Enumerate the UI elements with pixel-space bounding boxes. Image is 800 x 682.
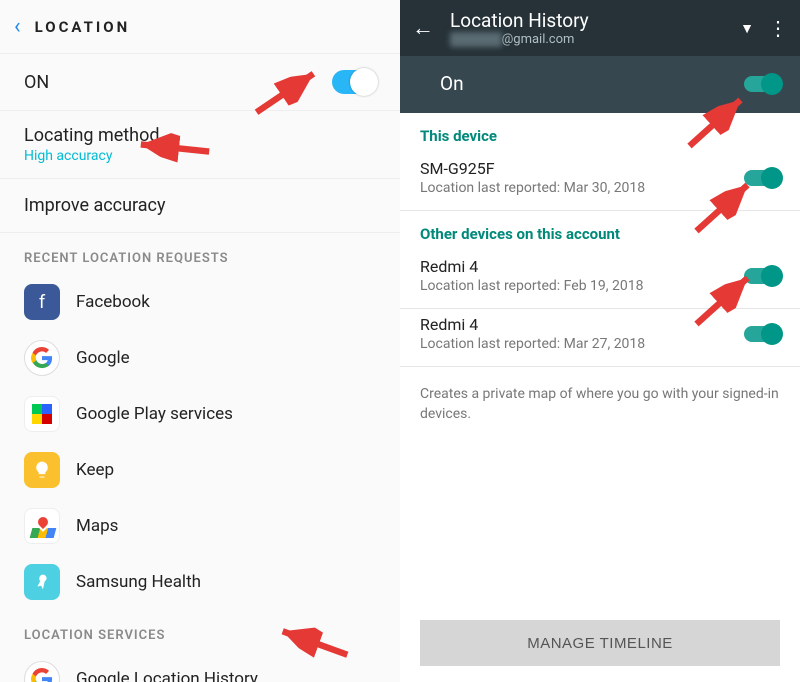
appbar-titles: Location History xxxxxxxx@gmail.com — [450, 9, 726, 47]
app-name: Keep — [76, 460, 114, 480]
history-toggle-label: On — [440, 72, 464, 95]
device-toggle-switch[interactable] — [744, 170, 780, 186]
service-name: Google Location History — [76, 669, 258, 682]
location-toggle-row[interactable]: ON — [0, 54, 400, 111]
locating-method-subtitle: High accuracy — [24, 148, 376, 164]
app-item-keep[interactable]: Keep — [0, 442, 400, 498]
app-item-maps[interactable]: Maps — [0, 498, 400, 554]
google-icon — [24, 661, 60, 682]
improve-accuracy-title: Improve accuracy — [24, 195, 166, 216]
history-toggle-row[interactable]: On — [400, 56, 800, 113]
device-name: SM-G925F — [420, 159, 645, 178]
appbar-title: Location History — [450, 9, 726, 32]
location-toggle-label: ON — [24, 72, 49, 93]
location-toggle-switch[interactable] — [332, 70, 376, 94]
device-name: Redmi 4 — [420, 315, 645, 334]
app-item-facebook[interactable]: f Facebook — [0, 274, 400, 330]
device-last-reported: Location last reported: Mar 27, 2018 — [420, 336, 645, 352]
keep-icon — [24, 452, 60, 488]
right-appbar: ← Location History xxxxxxxx@gmail.com ▼ … — [400, 0, 800, 56]
app-item-play-services[interactable]: Google Play services — [0, 386, 400, 442]
service-item-location-history[interactable]: Google Location History — [0, 651, 400, 682]
maps-icon — [24, 508, 60, 544]
other-devices-section-label: Other devices on this account — [400, 211, 800, 251]
samsung-health-icon — [24, 564, 60, 600]
app-name: Google — [76, 348, 130, 368]
services-section-label: LOCATION SERVICES — [0, 610, 400, 651]
app-name: Maps — [76, 516, 118, 536]
locating-method-row[interactable]: Locating method High accuracy — [0, 111, 400, 179]
app-item-google[interactable]: Google — [0, 330, 400, 386]
locating-method-title: Locating method — [24, 125, 376, 146]
device-row[interactable]: Redmi 4 Location last reported: Feb 19, … — [400, 251, 800, 309]
history-description: Creates a private map of where you go wi… — [400, 367, 800, 446]
device-last-reported: Location last reported: Feb 19, 2018 — [420, 278, 643, 294]
app-name: Facebook — [76, 292, 150, 312]
app-item-samsung-health[interactable]: Samsung Health — [0, 554, 400, 610]
overflow-menu-icon[interactable]: ⋮ — [768, 16, 788, 40]
right-panel: ← Location History xxxxxxxx@gmail.com ▼ … — [400, 0, 800, 682]
device-toggle-switch[interactable] — [744, 268, 780, 284]
app-name: Samsung Health — [76, 572, 201, 592]
back-icon[interactable]: ← — [412, 15, 434, 41]
device-last-reported: Location last reported: Mar 30, 2018 — [420, 180, 645, 196]
device-toggle-switch[interactable] — [744, 326, 780, 342]
left-panel: ‹ LOCATION ON Locating method High accur… — [0, 0, 400, 682]
facebook-icon: f — [24, 284, 60, 320]
manage-timeline-button[interactable]: MANAGE TIMELINE — [420, 620, 780, 666]
app-name: Google Play services — [76, 404, 233, 424]
device-name: Redmi 4 — [420, 257, 643, 276]
account-dropdown-icon[interactable]: ▼ — [740, 20, 754, 37]
improve-accuracy-row[interactable]: Improve accuracy — [0, 179, 400, 233]
device-row[interactable]: SM-G925F Location last reported: Mar 30,… — [400, 153, 800, 211]
left-titlebar: ‹ LOCATION — [0, 0, 400, 54]
this-device-section-label: This device — [400, 113, 800, 153]
recent-section-label: RECENT LOCATION REQUESTS — [0, 233, 400, 274]
history-toggle-switch[interactable] — [744, 76, 780, 92]
google-icon — [24, 340, 60, 376]
back-icon[interactable]: ‹ — [14, 14, 21, 39]
appbar-account: xxxxxxxx@gmail.com — [450, 32, 726, 47]
play-services-icon — [24, 396, 60, 432]
page-title: LOCATION — [35, 18, 131, 36]
device-row[interactable]: Redmi 4 Location last reported: Mar 27, … — [400, 309, 800, 367]
